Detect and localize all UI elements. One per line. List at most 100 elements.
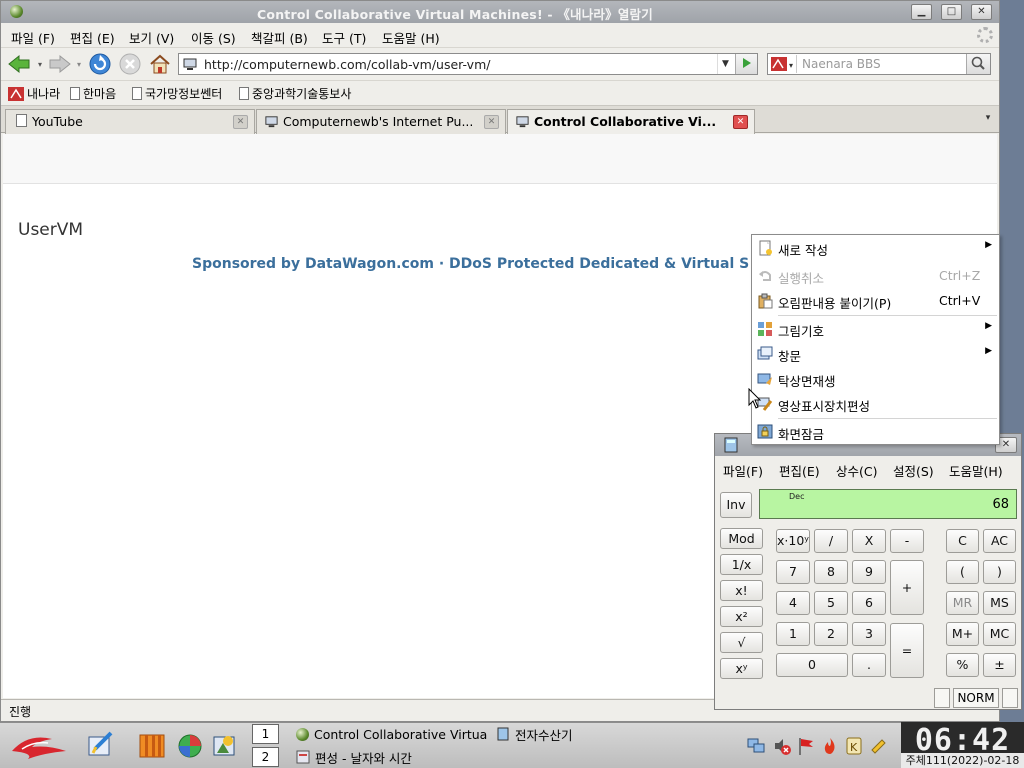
address-bar[interactable]: http://computernewb.com/collab-vm/user-v… [178, 53, 758, 75]
tab-control-collaborative[interactable]: Control Collaborative Vi... ✕ [507, 109, 755, 135]
ctx-new[interactable]: 새로 작성 ▶ [752, 237, 999, 259]
equals-button[interactable]: = [890, 623, 924, 678]
reciprocal-button[interactable]: 1/x [720, 554, 763, 575]
ctx-refresh-desktop[interactable]: 탁상면재생 [752, 368, 999, 390]
search-bar[interactable]: ▾ Naenara BBS [767, 53, 991, 75]
memory-clear-button[interactable]: MC [983, 622, 1016, 646]
ctx-icons[interactable]: 그림기호 ▶ [752, 318, 999, 340]
sign-toggle-button[interactable]: ± [983, 653, 1016, 677]
calc-menu-help[interactable]: 도움말(H) [949, 461, 1003, 480]
menu-edit[interactable]: 편집 (E) [70, 28, 115, 47]
divide-button[interactable]: / [814, 529, 848, 553]
home-button[interactable] [147, 52, 173, 76]
minimize-button[interactable]: ▁ [911, 4, 932, 20]
tab-computernewb[interactable]: Computernewb's Internet Pu... ✕ [256, 109, 506, 134]
go-button[interactable] [735, 54, 757, 74]
digit-4-button[interactable]: 4 [776, 591, 810, 615]
volume-muted-icon[interactable] [772, 736, 792, 756]
digit-7-button[interactable]: 7 [776, 560, 810, 584]
digit-8-button[interactable]: 8 [814, 560, 848, 584]
digit-0-button[interactable]: 0 [776, 653, 848, 677]
notification-icon[interactable] [868, 736, 888, 756]
calculator-app-icon[interactable] [723, 437, 739, 453]
memory-store-button[interactable]: MS [983, 591, 1016, 615]
tab-close-icon[interactable]: ✕ [733, 115, 748, 129]
stop-button[interactable] [117, 52, 143, 76]
network-icon[interactable] [746, 736, 766, 756]
bookmark-naenara[interactable]: 내나라 [8, 85, 60, 102]
sqrt-button[interactable]: √ [720, 632, 763, 653]
mod-button[interactable]: Mod [720, 528, 763, 549]
web-browser-icon[interactable] [175, 729, 205, 761]
digit-2-button[interactable]: 2 [814, 622, 848, 646]
menu-view[interactable]: 보기 (V) [129, 28, 174, 47]
clear-button[interactable]: C [946, 529, 979, 553]
calc-menu-file[interactable]: 파일(F) [723, 461, 763, 480]
sponsor-link[interactable]: Sponsored by DataWagon.com · DDoS Protec… [192, 256, 749, 272]
square-button[interactable]: x² [720, 606, 763, 627]
open-paren-button[interactable]: ( [946, 560, 979, 584]
close-paren-button[interactable]: ) [983, 560, 1016, 584]
ctx-undo[interactable]: 실행취소 Ctrl+Z [752, 265, 999, 287]
calc-menu-constants[interactable]: 상수(C) [836, 461, 877, 480]
tab-youtube[interactable]: YouTube ✕ [5, 109, 255, 134]
inv-button[interactable]: Inv [720, 492, 752, 518]
bookmark-hanmaeum[interactable]: 한마음 [70, 85, 116, 102]
task-browser[interactable]: Control Collaborative Virtua [296, 724, 490, 744]
menu-file[interactable]: 파일 (F) [11, 28, 55, 47]
minus-button[interactable]: - [890, 529, 924, 553]
digit-9-button[interactable]: 9 [852, 560, 886, 584]
reload-button[interactable] [87, 52, 113, 76]
tab-list-dropdown[interactable]: ▾ [981, 113, 995, 127]
search-button[interactable] [966, 54, 990, 74]
calc-menu-edit[interactable]: 편집(E) [779, 461, 820, 480]
menu-go[interactable]: 이동 (S) [191, 28, 236, 47]
digit-3-button[interactable]: 3 [852, 622, 886, 646]
forward-history-dropdown[interactable]: ▾ [74, 52, 84, 76]
digit-1-button[interactable]: 1 [776, 622, 810, 646]
factorial-button[interactable]: x! [720, 580, 763, 601]
red-flag-icon[interactable] [796, 736, 816, 756]
calc-menu-settings[interactable]: 설정(S) [893, 461, 934, 480]
keyboard-layout-icon[interactable]: K [844, 736, 864, 756]
tab-close-icon[interactable]: ✕ [233, 115, 248, 129]
text-editor-icon[interactable] [85, 729, 115, 761]
memory-add-button[interactable]: M+ [946, 622, 979, 646]
all-clear-button[interactable]: AC [983, 529, 1016, 553]
workspace-1-button[interactable]: 1 [252, 724, 279, 744]
start-menu-icon[interactable] [8, 729, 70, 761]
menu-help[interactable]: 도움말 (H) [382, 28, 440, 47]
back-history-dropdown[interactable]: ▾ [35, 52, 45, 76]
ctx-display-settings[interactable]: 영상표시장치편성 [752, 393, 999, 415]
digit-6-button[interactable]: 6 [852, 591, 886, 615]
workspace-2-button[interactable]: 2 [252, 747, 279, 767]
clock-widget[interactable]: 06:42 주체111(2022)-02-18 [901, 722, 1024, 768]
percent-button[interactable]: % [946, 653, 979, 677]
close-button[interactable]: ✕ [971, 4, 992, 20]
ctx-paste[interactable]: 오림판내용 붙이기(P) Ctrl+V [752, 290, 999, 312]
maximize-button[interactable]: □ [941, 4, 962, 20]
bookmark-science-news[interactable]: 중앙과학기술통보사 [239, 85, 351, 102]
exp-button[interactable]: x·10ʸ [776, 529, 810, 553]
multiply-button[interactable]: X [852, 529, 886, 553]
back-button[interactable] [5, 52, 33, 76]
search-engine-selector[interactable]: ▾ [769, 55, 797, 73]
decimal-point-button[interactable]: . [852, 653, 886, 677]
plus-button[interactable]: + [890, 560, 924, 615]
file-manager-icon[interactable] [137, 729, 167, 761]
power-button[interactable]: xʸ [720, 658, 763, 679]
forward-button[interactable] [47, 52, 73, 76]
ctx-windows[interactable]: 창문 ▶ [752, 343, 999, 365]
tab-close-icon[interactable]: ✕ [484, 115, 499, 129]
browser-titlebar[interactable]: Control Collaborative Virtual Machines! … [1, 1, 999, 23]
menu-tools[interactable]: 도구 (T) [322, 28, 366, 47]
url-text[interactable]: http://computernewb.com/collab-vm/user-v… [204, 57, 490, 72]
url-history-dropdown[interactable]: ▼ [717, 54, 733, 74]
ctx-lock-screen[interactable]: 화면잠금 [752, 421, 999, 443]
digit-5-button[interactable]: 5 [814, 591, 848, 615]
media-player-icon[interactable] [209, 729, 239, 761]
menu-bookmarks[interactable]: 책갈피 (B) [251, 28, 308, 47]
memory-recall-button[interactable]: MR [946, 591, 979, 615]
task-date-time-settings[interactable]: 편성 - 날자와 시간 [296, 747, 412, 767]
task-calculator[interactable]: 전자수산기 [496, 724, 573, 744]
